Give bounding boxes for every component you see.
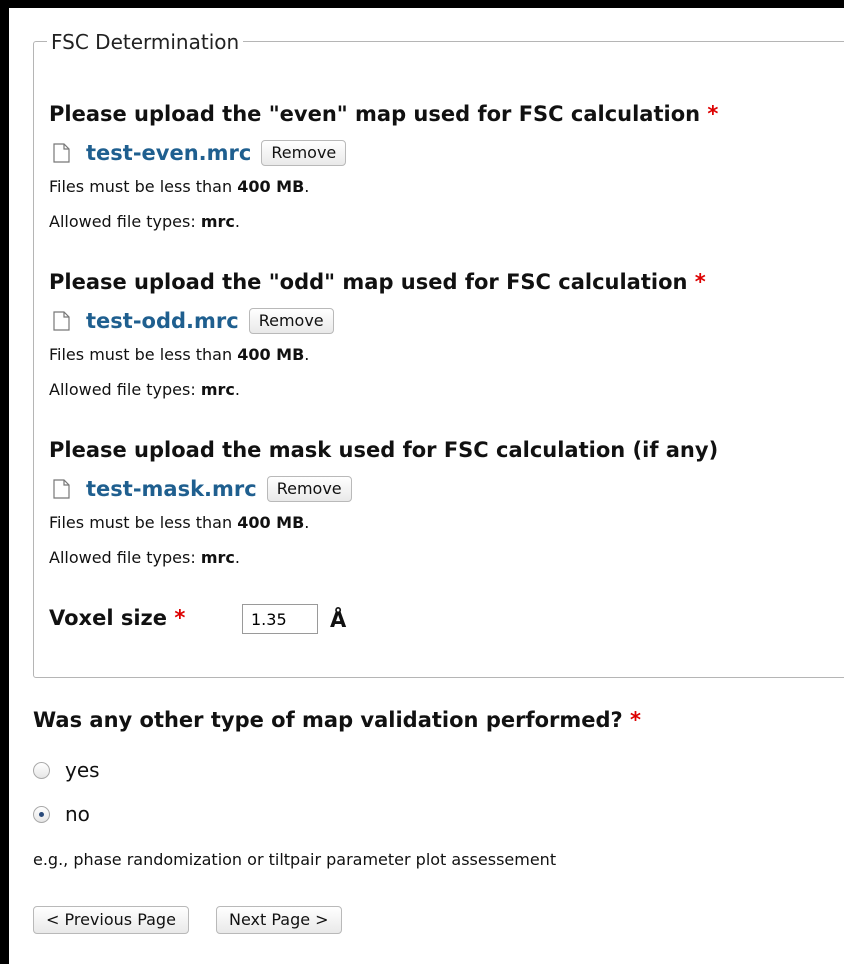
fieldset-legend: FSC Determination [47, 30, 244, 54]
radio-option-no[interactable]: no [33, 801, 90, 827]
window-top-border [0, 0, 844, 8]
radio-option-yes[interactable]: yes [33, 757, 100, 783]
odd-map-heading-text: Please upload the "odd" map used for FSC… [49, 270, 688, 294]
types-note-prefix: Allowed file types: [49, 380, 201, 399]
radio-label-no: no [65, 802, 90, 826]
mask-file-link[interactable]: test-mask.mrc [86, 477, 257, 501]
size-note-suffix: . [304, 345, 310, 364]
odd-file-link[interactable]: test-odd.mrc [86, 309, 239, 333]
file-icon [53, 479, 70, 499]
size-note-value: 400 MB [237, 345, 305, 364]
types-note-prefix: Allowed file types: [49, 548, 201, 567]
odd-size-note: Files must be less than 400 MB. [49, 345, 309, 365]
voxel-unit: Å [330, 608, 347, 632]
mask-heading: Please upload the mask used for FSC calc… [49, 438, 719, 462]
odd-types-note: Allowed file types: mrc. [49, 380, 240, 400]
validation-question-text: Was any other type of map validation per… [33, 708, 623, 732]
size-note-value: 400 MB [237, 513, 305, 532]
previous-page-button[interactable]: < Previous Page [33, 906, 189, 934]
size-note-suffix: . [304, 177, 310, 196]
size-note-prefix: Files must be less than [49, 345, 238, 364]
mask-types-note: Allowed file types: mrc. [49, 548, 240, 568]
size-note-value: 400 MB [237, 177, 305, 196]
types-note-suffix: . [234, 548, 240, 567]
types-note-value: mrc [200, 380, 235, 399]
validation-description: e.g., phase randomization or tiltpair pa… [33, 850, 557, 869]
size-note-prefix: Files must be less than [49, 513, 238, 532]
odd-map-heading: Please upload the "odd" map used for FSC… [49, 269, 706, 295]
validation-question: Was any other type of map validation per… [33, 707, 641, 733]
radio-button-yes[interactable] [33, 761, 50, 779]
even-map-heading-text: Please upload the "even" map used for FS… [49, 102, 701, 126]
even-size-note: Files must be less than 400 MB. [49, 177, 309, 197]
size-note-suffix: . [304, 513, 310, 532]
required-marker: * [694, 270, 706, 294]
required-marker: * [630, 708, 641, 732]
required-marker: * [174, 606, 186, 630]
radio-button-no[interactable] [33, 805, 50, 823]
even-remove-button[interactable]: Remove [261, 140, 347, 166]
even-file-row: test-even.mrc Remove [49, 138, 347, 168]
mask-file-row: test-mask.mrc Remove [49, 474, 352, 504]
voxel-size-label: Voxel size * [49, 605, 185, 631]
types-note-suffix: . [234, 212, 240, 231]
mask-size-note: Files must be less than 400 MB. [49, 513, 309, 533]
mask-remove-button[interactable]: Remove [266, 476, 352, 502]
even-file-link[interactable]: test-even.mrc [86, 141, 251, 165]
even-map-heading: Please upload the "even" map used for FS… [49, 101, 718, 127]
window-left-border [0, 0, 9, 964]
types-note-prefix: Allowed file types: [49, 212, 201, 231]
next-page-button[interactable]: Next Page > [216, 906, 342, 934]
voxel-size-label-text: Voxel size [49, 606, 167, 630]
file-icon [53, 311, 70, 331]
file-icon [53, 143, 70, 163]
odd-file-row: test-odd.mrc Remove [49, 306, 334, 336]
even-types-note: Allowed file types: mrc. [49, 212, 240, 232]
types-note-value: mrc [200, 212, 235, 231]
types-note-suffix: . [234, 380, 240, 399]
types-note-value: mrc [200, 548, 235, 567]
radio-label-yes: yes [65, 758, 100, 782]
odd-remove-button[interactable]: Remove [248, 308, 334, 334]
voxel-size-input[interactable] [242, 604, 318, 634]
required-marker: * [707, 102, 719, 126]
size-note-prefix: Files must be less than [49, 177, 238, 196]
